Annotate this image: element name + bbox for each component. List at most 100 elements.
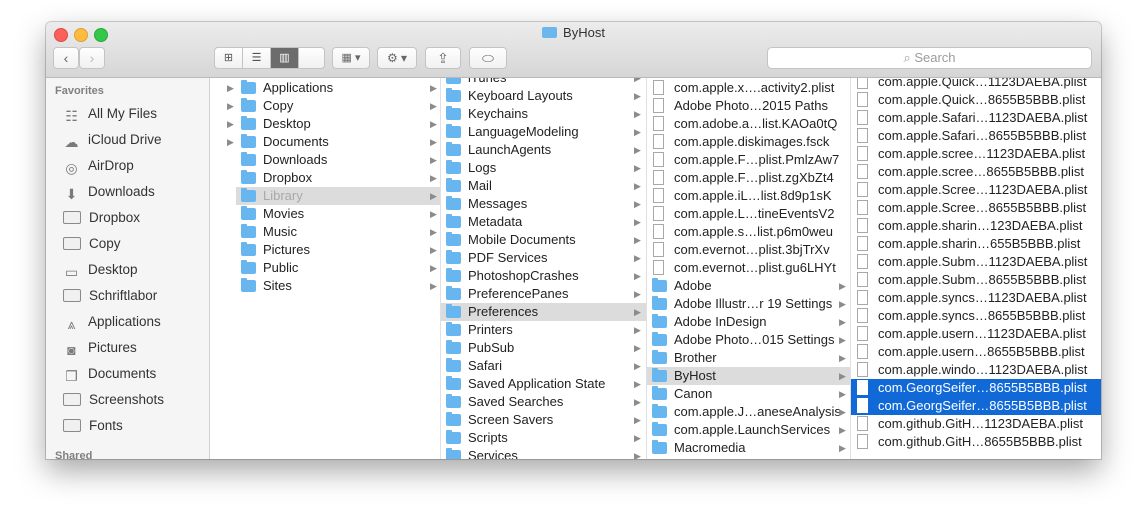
sidebar-item[interactable]: Dropbox <box>63 207 140 229</box>
file-row[interactable]: com.github.GitH…1123DAEBA.plist <box>851 415 1101 433</box>
sidebar-item[interactable]: Schriftlabor <box>63 285 157 307</box>
folder-row[interactable]: PreferencePanes ▶ <box>441 285 646 303</box>
file-row[interactable]: com.apple.sharin…123DAEBA.plist <box>851 217 1101 235</box>
disclosure-arrow-icon[interactable]: ▶ <box>227 133 234 151</box>
back-button[interactable]: ‹ <box>53 47 79 69</box>
folder-row[interactable]: Canon ▶ <box>647 385 850 403</box>
file-row[interactable]: com.apple.windo…1123DAEBA.plist <box>851 361 1101 379</box>
list-view-icon[interactable]: ☰ <box>243 48 271 68</box>
file-row[interactable]: com.apple.usern…8655B5BBB.plist <box>851 343 1101 361</box>
folder-row[interactable]: Safari ▶ <box>441 357 646 375</box>
folder-row[interactable]: ByHost ▶ <box>647 367 850 385</box>
item-label: com.apple.Safari…1123DAEBA.plist <box>878 110 1088 125</box>
file-row[interactable]: com.apple.L…tineEventsV2 <box>647 205 850 223</box>
folder-row[interactable]: com.apple.LaunchServices ▶ <box>647 421 850 439</box>
sidebar-item[interactable]: ☷ All My Files <box>63 103 157 125</box>
file-row[interactable]: com.GeorgSeifer…8655B5BBB.plist <box>851 397 1101 415</box>
folder-row[interactable]: Preferences ▶ <box>441 303 646 321</box>
file-row[interactable]: com.apple.Safari…1123DAEBA.plist <box>851 109 1101 127</box>
folder-row[interactable]: Mail ▶ <box>441 177 646 195</box>
folder-row[interactable]: Macromedia ▶ <box>647 439 850 457</box>
sidebar-item[interactable]: ⩓ Applications <box>63 311 161 333</box>
sidebar-item[interactable]: Fonts <box>63 415 123 437</box>
folder-row[interactable]: Adobe InDesign ▶ <box>647 313 850 331</box>
sidebar-item[interactable]: ◎ AirDrop <box>63 155 133 177</box>
file-row[interactable]: com.apple.sharin…655B5BBB.plist <box>851 235 1101 253</box>
file-row[interactable]: com.apple.Scree…8655B5BBB.plist <box>851 199 1101 217</box>
document-icon <box>857 92 868 107</box>
folder-row[interactable]: Metadata ▶ <box>441 213 646 231</box>
file-row[interactable]: Adobe Photo…2015 Paths <box>647 97 850 115</box>
file-row[interactable]: com.apple.Subm…1123DAEBA.plist <box>851 253 1101 271</box>
chevron-right-icon: ▶ <box>839 299 846 309</box>
action-gear-button[interactable]: ⚙ ▾ <box>377 47 417 69</box>
share-button[interactable]: ⇪ <box>425 47 461 69</box>
document-icon <box>857 236 868 251</box>
file-row[interactable]: com.apple.syncs…1123DAEBA.plist <box>851 289 1101 307</box>
folder-row[interactable]: Messages ▶ <box>441 195 646 213</box>
folder-row[interactable]: Sites ▶ <box>236 277 440 295</box>
file-row[interactable]: com.apple.Quick…1123DAEBA.plist <box>851 78 1101 91</box>
disclosure-arrow-icon[interactable]: ▶ <box>227 115 234 133</box>
folder-row[interactable]: PubSub ▶ <box>441 339 646 357</box>
file-row[interactable]: com.GeorgSeifer…8655B5BBB.plist <box>851 379 1101 397</box>
file-row[interactable]: com.apple.F…plist.PmlzAw7 <box>647 151 850 169</box>
folder-row[interactable]: Scripts ▶ <box>441 429 646 447</box>
file-row[interactable]: com.evernot…plist.gu6LHYt <box>647 259 850 277</box>
folder-row[interactable]: Keychains ▶ <box>441 105 646 123</box>
folder-row[interactable]: PhotoshopCrashes ▶ <box>441 267 646 285</box>
folder-row[interactable]: Keyboard Layouts ▶ <box>441 87 646 105</box>
file-row[interactable]: com.apple.F…plist.zgXbZt4 <box>647 169 850 187</box>
file-row[interactable]: com.apple.x….activity2.plist <box>647 79 850 97</box>
folder-row[interactable]: iTunes ▶ <box>441 78 646 87</box>
folder-row[interactable]: LanguageModeling ▶ <box>441 123 646 141</box>
folder-row[interactable]: Adobe Photo…015 Settings ▶ <box>647 331 850 349</box>
file-row[interactable]: com.apple.usern…1123DAEBA.plist <box>851 325 1101 343</box>
disclosure-arrow-icon[interactable]: ▶ <box>227 79 234 97</box>
file-row[interactable]: com.adobe.a…list.KAOa0tQ <box>647 115 850 133</box>
folder-row[interactable]: Saved Searches ▶ <box>441 393 646 411</box>
sidebar-item[interactable]: Copy <box>63 233 121 255</box>
folder-row[interactable]: Mobile Documents ▶ <box>441 231 646 249</box>
folder-row[interactable]: com.apple.J…aneseAnalysis ▶ <box>647 403 850 421</box>
folder-row[interactable]: LaunchAgents ▶ <box>441 141 646 159</box>
icon-view-icon[interactable]: ⊞ <box>215 48 243 68</box>
folder-row[interactable]: Adobe Illustr…r 19 Settings ▶ <box>647 295 850 313</box>
forward-button[interactable]: › <box>79 47 105 69</box>
folder-row[interactable]: Adobe ▶ <box>647 277 850 295</box>
file-row[interactable]: com.apple.Safari…8655B5BBB.plist <box>851 127 1101 145</box>
folder-row[interactable]: Screen Savers ▶ <box>441 411 646 429</box>
tags-button[interactable]: ⬭ <box>469 47 507 69</box>
arrange-button[interactable]: ▦ ▾ <box>332 47 370 69</box>
search-field[interactable]: ⌕ Search <box>767 47 1092 69</box>
file-row[interactable]: com.apple.Scree…1123DAEBA.plist <box>851 181 1101 199</box>
folder-row[interactable]: Logs ▶ <box>441 159 646 177</box>
file-row[interactable]: com.apple.scree…1123DAEBA.plist <box>851 145 1101 163</box>
folder-row[interactable]: Brother ▶ <box>647 349 850 367</box>
file-row[interactable]: com.apple.Quick…8655B5BBB.plist <box>851 91 1101 109</box>
view-mode-control[interactable]: ⊞☰▥ ▤ <box>214 47 325 69</box>
sidebar-item[interactable]: ❐ Documents <box>63 363 156 385</box>
folder-row[interactable]: Printers ▶ <box>441 321 646 339</box>
column-view-icon[interactable]: ▥ <box>271 48 299 68</box>
sidebar-item[interactable]: ⬇ Downloads <box>63 181 155 203</box>
folder-row[interactable]: PDF Services ▶ <box>441 249 646 267</box>
file-row[interactable]: com.apple.scree…8655B5BBB.plist <box>851 163 1101 181</box>
sidebar-item[interactable]: Screenshots <box>63 389 164 411</box>
item-label: com.GeorgSeifer…8655B5BBB.plist <box>878 398 1087 413</box>
sidebar-item[interactable]: ◙ Pictures <box>63 337 137 359</box>
sidebar-item[interactable]: ▭ Desktop <box>63 259 138 281</box>
item-label: com.apple.windo…1123DAEBA.plist <box>878 362 1088 377</box>
file-row[interactable]: com.apple.s…list.p6m0weu <box>647 223 850 241</box>
folder-row[interactable]: Saved Application State ▶ <box>441 375 646 393</box>
folder-row[interactable]: Services ▶ <box>441 447 646 459</box>
file-row[interactable]: com.github.GitH…8655B5BBB.plist <box>851 433 1101 451</box>
file-row[interactable]: com.apple.syncs…8655B5BBB.plist <box>851 307 1101 325</box>
cover-flow-icon[interactable]: ▤ <box>215 68 242 69</box>
sidebar-item[interactable]: ☁ iCloud Drive <box>63 129 162 151</box>
file-row[interactable]: com.evernot…plist.3bjTrXv <box>647 241 850 259</box>
disclosure-arrow-icon[interactable]: ▶ <box>227 97 234 115</box>
file-row[interactable]: com.apple.Subm…8655B5BBB.plist <box>851 271 1101 289</box>
file-row[interactable]: com.apple.iL…list.8d9p1sK <box>647 187 850 205</box>
file-row[interactable]: com.apple.diskimages.fsck <box>647 133 850 151</box>
